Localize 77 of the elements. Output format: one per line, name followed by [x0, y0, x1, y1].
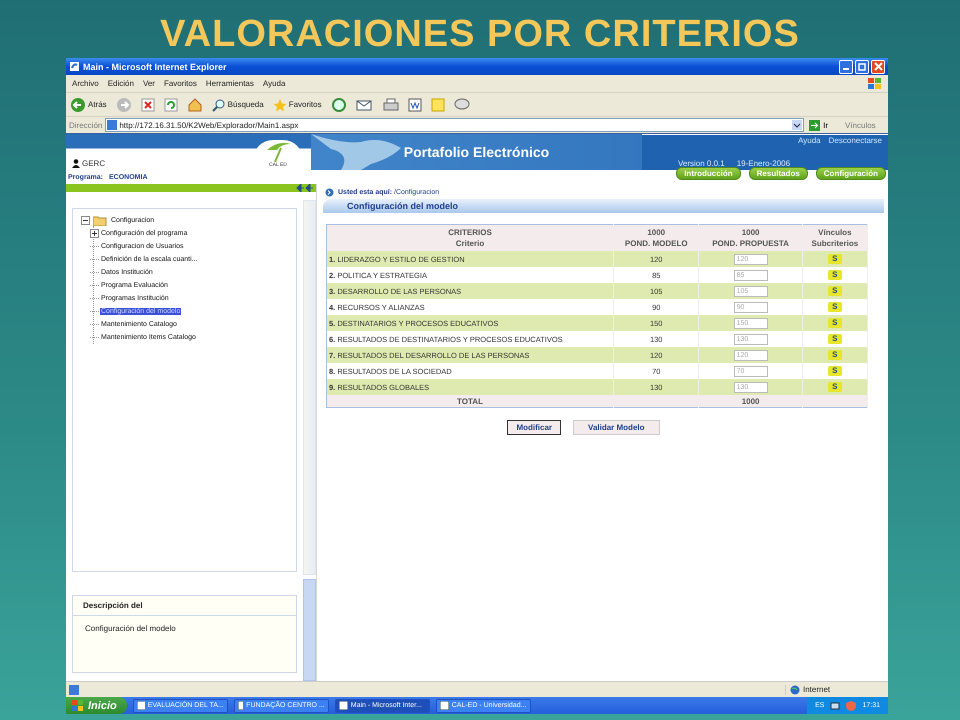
globe-icon	[790, 684, 800, 694]
stop-icon[interactable]	[140, 98, 155, 112]
subcriteria-link[interactable]: S	[828, 286, 842, 296]
page-icon	[107, 120, 118, 130]
subcriteria-link[interactable]: S	[828, 254, 842, 264]
subcriteria-link[interactable]: S	[828, 350, 842, 360]
arrow-icon	[809, 120, 820, 130]
print-icon[interactable]	[382, 98, 399, 112]
windows-logo-icon	[868, 78, 882, 90]
menu-item[interactable]: Favoritos	[164, 79, 197, 88]
scroll-bar[interactable]	[303, 579, 316, 681]
minimize-button[interactable]	[839, 60, 853, 74]
mail-icon[interactable]	[356, 98, 374, 112]
section-title: Configuración del modelo	[323, 199, 884, 213]
expand-icon[interactable]	[90, 229, 99, 238]
restore-button[interactable]	[855, 60, 869, 74]
edit-icon[interactable]	[408, 98, 422, 112]
action-button[interactable]: Modificar	[507, 420, 562, 435]
subcriteria-link[interactable]: S	[828, 334, 842, 344]
subcriteria-link[interactable]: S	[828, 302, 842, 312]
column-header: 1000 POND. MODELO	[614, 224, 699, 251]
window-icon	[136, 701, 145, 710]
window-icon	[238, 701, 244, 710]
restore-icon	[858, 62, 866, 71]
network-icon[interactable]	[830, 700, 840, 710]
version-label: Version 0.0.1	[678, 159, 725, 168]
folder-icon	[93, 215, 107, 226]
menu-item[interactable]: Edición	[108, 79, 134, 88]
menu-item[interactable]: Ayuda	[262, 79, 286, 88]
subcriteria-link[interactable]: S	[828, 382, 842, 392]
window-icon	[338, 701, 348, 710]
description-title: Descripción del	[73, 596, 296, 616]
browser-icon	[69, 61, 80, 72]
action-button[interactable]: Validar Modelo	[573, 420, 660, 435]
header-link[interactable]: Ayuda	[798, 136, 821, 145]
address-label: Dirección	[69, 120, 102, 130]
date-label: 19-Enero-2006	[736, 159, 790, 168]
star-icon	[272, 98, 287, 112]
search-icon	[212, 98, 226, 112]
back-button[interactable]: Atrás	[70, 96, 107, 112]
user-icon	[72, 159, 80, 168]
refresh-icon[interactable]	[164, 98, 178, 112]
address-field[interactable]: http://172.16.31.50/K2Web/Explorador/Main1.aspx	[105, 118, 804, 132]
subcriteria-link[interactable]: S	[828, 318, 842, 328]
column-header: CRITERIOS Criterio	[326, 224, 614, 251]
column-header: Vínculos Subcriterios	[802, 224, 868, 251]
search-button[interactable]: Búsqueda	[212, 98, 264, 112]
zone-label: Internet	[785, 684, 885, 694]
window-icon	[440, 701, 449, 710]
menu-item[interactable]: Archivo	[72, 79, 99, 88]
subcriteria-link[interactable]: S	[828, 366, 842, 376]
favorites-button[interactable]: Favoritos	[272, 98, 322, 112]
start-button[interactable]: Inicio	[66, 697, 127, 714]
table-cell: TOTAL	[326, 395, 614, 408]
window-title: Main - Microsoft Internet Explorer	[83, 62, 227, 72]
portal-title: Portafolio Electrónico	[404, 144, 550, 160]
column-header: 1000 POND. PROPUESTA	[698, 224, 802, 251]
menu-item[interactable]: Herramientas	[206, 79, 254, 88]
links-label[interactable]: Vínculos	[845, 120, 885, 130]
chat-icon[interactable]	[454, 98, 470, 112]
collapse-icon[interactable]	[81, 216, 90, 225]
user-label: GERC	[72, 159, 106, 168]
scroll-bar[interactable]	[303, 200, 316, 575]
windows-logo-icon	[72, 700, 84, 711]
close-icon	[874, 62, 882, 71]
slide-title: VALORACIONES POR CRITERIOS	[160, 12, 800, 57]
arrow-icon	[325, 188, 334, 196]
table-cell: 1000	[698, 395, 802, 408]
subcriteria-link[interactable]: S	[828, 270, 842, 280]
menu-item[interactable]: Ver	[142, 79, 155, 88]
description-text: Configuración del modelo	[84, 623, 177, 635]
home-icon[interactable]	[186, 96, 203, 112]
page-icon	[69, 684, 79, 694]
go-button[interactable]: Ir	[807, 120, 842, 130]
close-button[interactable]	[871, 60, 885, 74]
header-link[interactable]: Desconectarse	[828, 136, 882, 145]
dropdown-icon[interactable]	[792, 120, 802, 130]
